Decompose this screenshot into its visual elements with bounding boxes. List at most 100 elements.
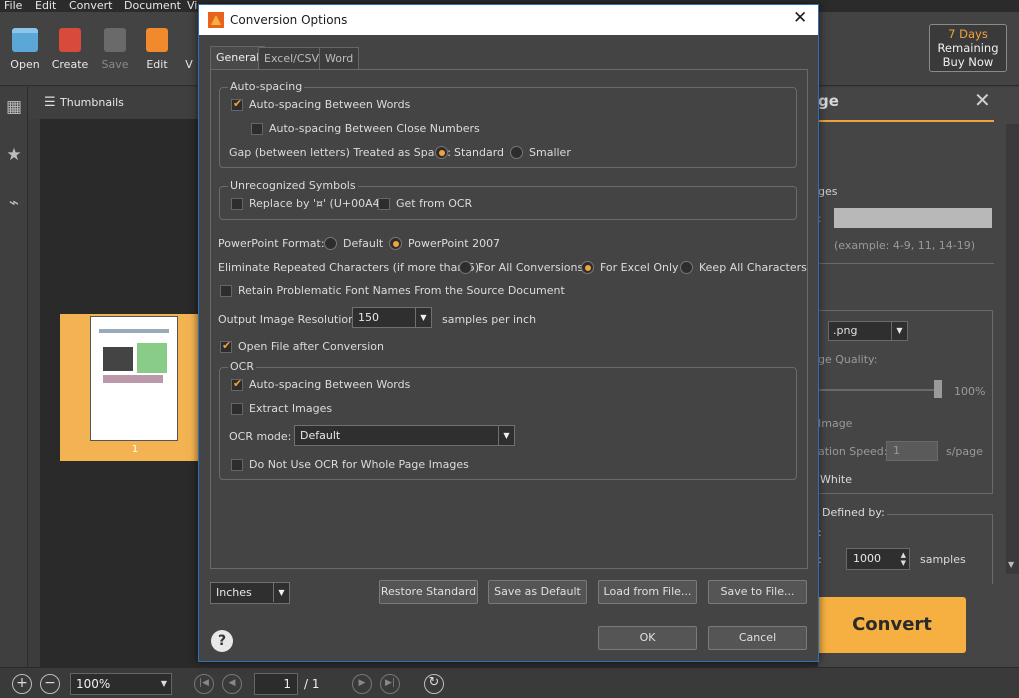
gap-standard-radio[interactable]: [435, 146, 448, 159]
save-as-default-button[interactable]: Save as Default: [488, 580, 587, 604]
thumbnails-header: ☰ Thumbnails: [28, 87, 200, 119]
last-page-icon[interactable]: ▶|: [380, 674, 400, 694]
thumbnails-title: Thumbnails: [60, 96, 124, 109]
restore-standard-button[interactable]: Restore Standard: [379, 580, 478, 604]
extract-images-checkbox[interactable]: [231, 403, 243, 415]
save-button[interactable]: Save: [95, 28, 135, 71]
page-thumbnail[interactable]: [90, 316, 178, 441]
gap-standard-label: Standard: [454, 146, 505, 159]
resolution-label: Output Image Resolution:: [218, 313, 359, 326]
load-from-file-button[interactable]: Load from File...: [598, 580, 697, 604]
panel-scrollbar[interactable]: ▼: [1006, 124, 1019, 574]
autospacing-words-checkbox[interactable]: [231, 97, 243, 111]
get-from-ocr-checkbox[interactable]: [378, 198, 390, 210]
autospacing-numbers-checkbox[interactable]: [251, 123, 263, 135]
group-title: Auto-spacing: [228, 80, 305, 93]
speed-stepper[interactable]: 1: [886, 441, 938, 461]
ocr-autospacing-label: Auto-spacing Between Words: [249, 378, 411, 391]
open-after-checkbox[interactable]: [220, 339, 232, 353]
resolution-unit: samples per inch: [442, 313, 537, 326]
view-button-partial[interactable]: V: [180, 28, 198, 71]
speed-unit: s/page: [946, 445, 983, 458]
white-option-label: White: [820, 473, 852, 486]
bookmark-star-icon[interactable]: ★: [4, 145, 24, 165]
page-range-input[interactable]: [834, 208, 992, 228]
quality-value: 100%: [954, 385, 986, 398]
image-option-label: Image: [818, 417, 853, 430]
dialog-titlebar: Conversion Options ✕: [199, 5, 818, 35]
quality-slider-handle[interactable]: [934, 380, 942, 398]
defined-by-label: Defined by:: [820, 506, 887, 519]
save-to-file-button[interactable]: Save to File...: [708, 580, 807, 604]
convert-button[interactable]: Convert: [818, 597, 966, 653]
extract-images-label: Extract Images: [249, 402, 333, 415]
attachment-paperclip-icon[interactable]: ⌁: [4, 193, 24, 213]
menu-convert[interactable]: Convert: [69, 0, 113, 12]
replace-symbol-checkbox[interactable]: [231, 198, 243, 210]
gap-smaller-label: Smaller: [529, 146, 571, 159]
auto-spacing-group: Auto-spacing Auto-spacing Between Words …: [219, 80, 797, 168]
view-icon: [180, 28, 198, 52]
floppy-disk-icon: [104, 28, 126, 52]
first-page-icon[interactable]: |◀: [194, 674, 214, 694]
units-select[interactable]: Inches ▼: [210, 582, 290, 604]
eliminate-label: Eliminate Repeated Characters (if more t…: [218, 261, 483, 274]
open-button[interactable]: Open: [5, 28, 45, 71]
cancel-button[interactable]: Cancel: [708, 626, 807, 650]
no-ocr-whole-checkbox[interactable]: [231, 459, 243, 471]
ocr-mode-label: OCR mode:: [229, 430, 292, 443]
page-number-input[interactable]: 1: [254, 673, 298, 695]
edit-button[interactable]: Edit: [137, 28, 177, 71]
no-ocr-whole-label: Do Not Use OCR for Whole Page Images: [249, 458, 469, 471]
help-icon[interactable]: ?: [211, 630, 233, 652]
ok-button[interactable]: OK: [598, 626, 697, 650]
dialog-close-icon[interactable]: ✕: [793, 8, 807, 28]
left-icon-strip: ▦ ★ ⌁: [0, 87, 28, 667]
tab-excel-csv[interactable]: Excel/CSV: [258, 47, 326, 69]
panel-close-icon[interactable]: ✕: [974, 88, 991, 112]
eliminate-all-radio[interactable]: [459, 261, 472, 274]
eliminate-excel-radio[interactable]: [581, 261, 594, 274]
retain-fonts-label: Retain Problematic Font Names From the S…: [238, 284, 565, 297]
ocr-mode-select[interactable]: Default ▼: [294, 425, 515, 446]
menu-file[interactable]: File: [4, 0, 22, 12]
zoom-out-icon[interactable]: −: [40, 674, 60, 694]
previous-page-icon[interactable]: ◀: [222, 674, 242, 694]
general-tab-panel: Auto-spacing Auto-spacing Between Words …: [210, 69, 808, 569]
stepper-arrows-icon[interactable]: ▲ ▼: [901, 551, 906, 567]
retain-fonts-checkbox[interactable]: [220, 285, 232, 297]
open-after-label: Open File after Conversion: [238, 340, 384, 353]
eliminate-all-label: For All Conversions: [478, 261, 584, 274]
thumbnails-grid-icon[interactable]: ▦: [4, 97, 24, 117]
ppt-format-label: PowerPoint Format:: [218, 237, 325, 250]
chevron-down-icon: ▼: [273, 583, 289, 602]
conversion-options-dialog: Conversion Options ✕ General Excel/CSV W…: [198, 4, 819, 662]
next-page-icon[interactable]: ▶: [352, 674, 372, 694]
rotate-icon[interactable]: ↻: [424, 674, 444, 694]
edit-pencil-icon: [146, 28, 168, 52]
quality-slider-track[interactable]: [818, 389, 938, 391]
tab-word[interactable]: Word: [319, 47, 360, 69]
zoom-select[interactable]: 100% ▼: [70, 673, 172, 695]
resolution-select[interactable]: 150 ▼: [352, 307, 432, 328]
ppt-2007-radio[interactable]: [389, 237, 402, 250]
page-range-example: (example: 4-9, 11, 14-19): [834, 239, 976, 252]
gap-smaller-radio[interactable]: [510, 146, 523, 159]
ocr-autospacing-checkbox[interactable]: [231, 377, 243, 391]
trial-days-buy-button[interactable]: 7 Days Remaining Buy Now: [929, 24, 1007, 72]
samples-stepper[interactable]: 1000 ▲ ▼: [846, 548, 910, 570]
eliminate-keep-radio[interactable]: [680, 261, 693, 274]
create-button[interactable]: Create: [50, 28, 90, 71]
ppt-default-radio[interactable]: [324, 237, 337, 250]
menu-edit[interactable]: Edit: [35, 0, 56, 12]
scroll-down-icon[interactable]: ▼: [1008, 560, 1014, 569]
image-format-select[interactable]: .png ▼: [828, 321, 908, 341]
menu-document[interactable]: Document: [124, 0, 181, 12]
hamburger-menu-icon[interactable]: ☰: [44, 95, 56, 110]
zoom-in-icon[interactable]: +: [12, 674, 32, 694]
group-title: OCR: [228, 360, 256, 373]
menu-view[interactable]: Vi: [187, 0, 197, 12]
chevron-down-icon: ▼: [160, 679, 168, 688]
page-count: / 1: [304, 677, 320, 691]
eliminate-keep-label: Keep All Characters: [699, 261, 807, 274]
